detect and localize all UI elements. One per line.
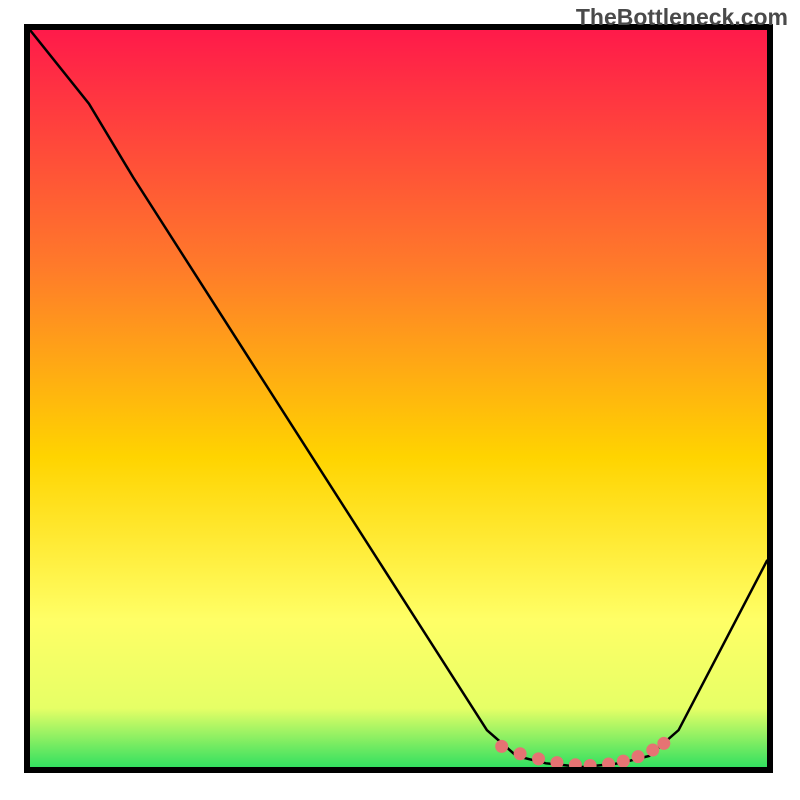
marker-point (617, 755, 630, 768)
marker-point (646, 744, 659, 757)
marker-point (514, 747, 527, 760)
marker-point (495, 740, 508, 753)
marker-point (632, 750, 645, 763)
chart-svg (0, 0, 800, 800)
marker-point (657, 737, 670, 750)
chart-container: TheBottleneck.com (0, 0, 800, 800)
watermark-text: TheBottleneck.com (576, 4, 788, 31)
marker-point (532, 752, 545, 765)
